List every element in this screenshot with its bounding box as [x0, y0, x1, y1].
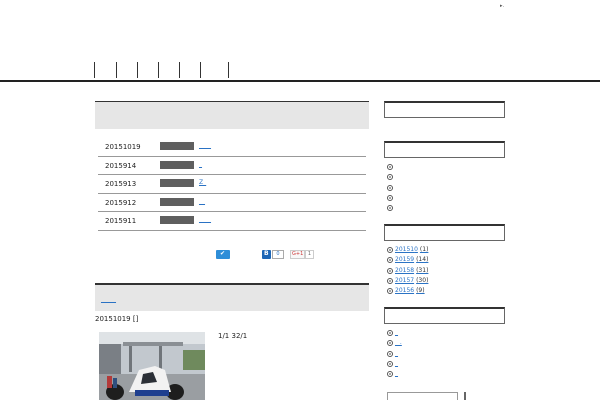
archive-count: (1) — [419, 246, 429, 253]
search-button[interactable] — [464, 392, 466, 400]
post-title-link[interactable]: _____ — [101, 296, 116, 303]
archive-link[interactable]: 20157 (30) — [395, 277, 428, 284]
news-title-link[interactable]: ____ — [199, 142, 211, 149]
bullet-icon — [387, 371, 393, 378]
archive-link[interactable]: 201510 (1) — [395, 246, 428, 253]
google-plus-count: 1 — [305, 250, 314, 259]
news-category-badge[interactable] — [160, 142, 194, 150]
category-link[interactable]: _ — [395, 329, 398, 336]
archive-count: (9) — [416, 287, 425, 295]
news-section-heading — [95, 101, 369, 129]
news-row: 2015913 Z_ — [98, 175, 366, 194]
news-section: 20151019 ____ 2015914 _ 2015913 Z_ 20159… — [95, 101, 369, 231]
sidebar-archives-heading — [384, 224, 505, 241]
archive-link[interactable]: 20158 (31) — [395, 267, 428, 274]
bullet-icon — [387, 350, 393, 357]
news-title-link[interactable]: _ — [199, 161, 202, 168]
news-date: 2015913 — [105, 180, 137, 189]
nav-separator — [158, 62, 159, 78]
post-heading: _____ — [95, 283, 369, 311]
bullet-icon — [387, 330, 393, 336]
nav-separator — [94, 62, 95, 78]
header-corner-mark: ▸. — [500, 3, 505, 9]
sidebar-categories-heading — [384, 307, 505, 324]
bullet-icon — [387, 277, 393, 284]
post-excerpt: 1/1 32/1 — [218, 332, 248, 340]
hatena-bookmark-icon: B — [264, 250, 269, 257]
news-row: 2015912 __ — [98, 194, 366, 213]
archive-link[interactable]: 20159 (14) — [395, 256, 428, 263]
bullet-icon — [387, 174, 393, 181]
news-date: 2015912 — [105, 198, 137, 207]
news-category-badge[interactable] — [160, 197, 194, 206]
category-link[interactable]: _ . — [395, 339, 402, 346]
bullet-icon — [387, 205, 393, 212]
bullet-icon — [387, 184, 393, 191]
sidebar-search-widget[interactable] — [384, 101, 505, 118]
archive-count: (31) — [416, 266, 429, 274]
bullet-icon — [387, 288, 393, 295]
news-title-link[interactable]: ____ — [199, 216, 211, 223]
news-date: 20151019 — [105, 143, 141, 151]
news-date: 2015911 — [105, 217, 137, 226]
news-row: 20151019 ____ — [98, 138, 366, 157]
news-row: 2015911 ____ — [98, 212, 366, 231]
nav-separator — [116, 62, 117, 78]
nav-separator — [228, 62, 229, 78]
category-link[interactable]: _ — [395, 360, 398, 367]
google-plus-icon: G+1 — [292, 251, 304, 257]
news-category-badge[interactable] — [160, 179, 194, 188]
news-category-badge[interactable] — [160, 216, 194, 225]
archive-count: (30) — [416, 276, 429, 284]
news-row: 2015914 _ — [98, 157, 366, 176]
header-divider — [0, 80, 600, 82]
hatena-bookmark-count[interactable]: 0 — [272, 250, 284, 259]
bullet-icon — [387, 360, 393, 367]
bullet-icon — [387, 194, 393, 201]
sidebar-recent-heading — [384, 141, 505, 158]
archive-link[interactable]: 20156 (9) — [395, 287, 425, 294]
post-photo[interactable] — [99, 332, 205, 400]
twitter-share-button[interactable]: ✔ — [216, 250, 230, 259]
news-date: 2015914 — [105, 161, 137, 170]
news-category-badge[interactable] — [160, 160, 194, 169]
bullet-icon — [387, 164, 393, 170]
search-input[interactable] — [387, 392, 458, 400]
nav-separator — [137, 62, 138, 78]
google-plus-button[interactable]: G+1 — [290, 250, 305, 259]
archive-count: (14) — [416, 256, 429, 264]
news-list: 20151019 ____ 2015914 _ 2015913 Z_ 20159… — [98, 138, 366, 231]
post-date: 20151019 [] — [95, 315, 139, 323]
bullet-icon — [387, 267, 393, 274]
hatena-bookmark-button[interactable]: B — [262, 250, 271, 259]
nav-separator — [179, 62, 180, 78]
bullet-icon — [387, 247, 393, 253]
bullet-icon — [387, 257, 393, 264]
category-link[interactable]: _ — [395, 350, 398, 357]
bullet-icon — [387, 340, 393, 347]
race-car-photo — [99, 332, 205, 400]
twitter-bird-icon: ✔ — [220, 250, 226, 257]
news-title-link[interactable]: __ — [199, 198, 205, 205]
category-link[interactable]: _ — [395, 370, 398, 377]
news-title-link[interactable]: Z_ — [199, 179, 206, 186]
nav-separator — [200, 62, 201, 78]
